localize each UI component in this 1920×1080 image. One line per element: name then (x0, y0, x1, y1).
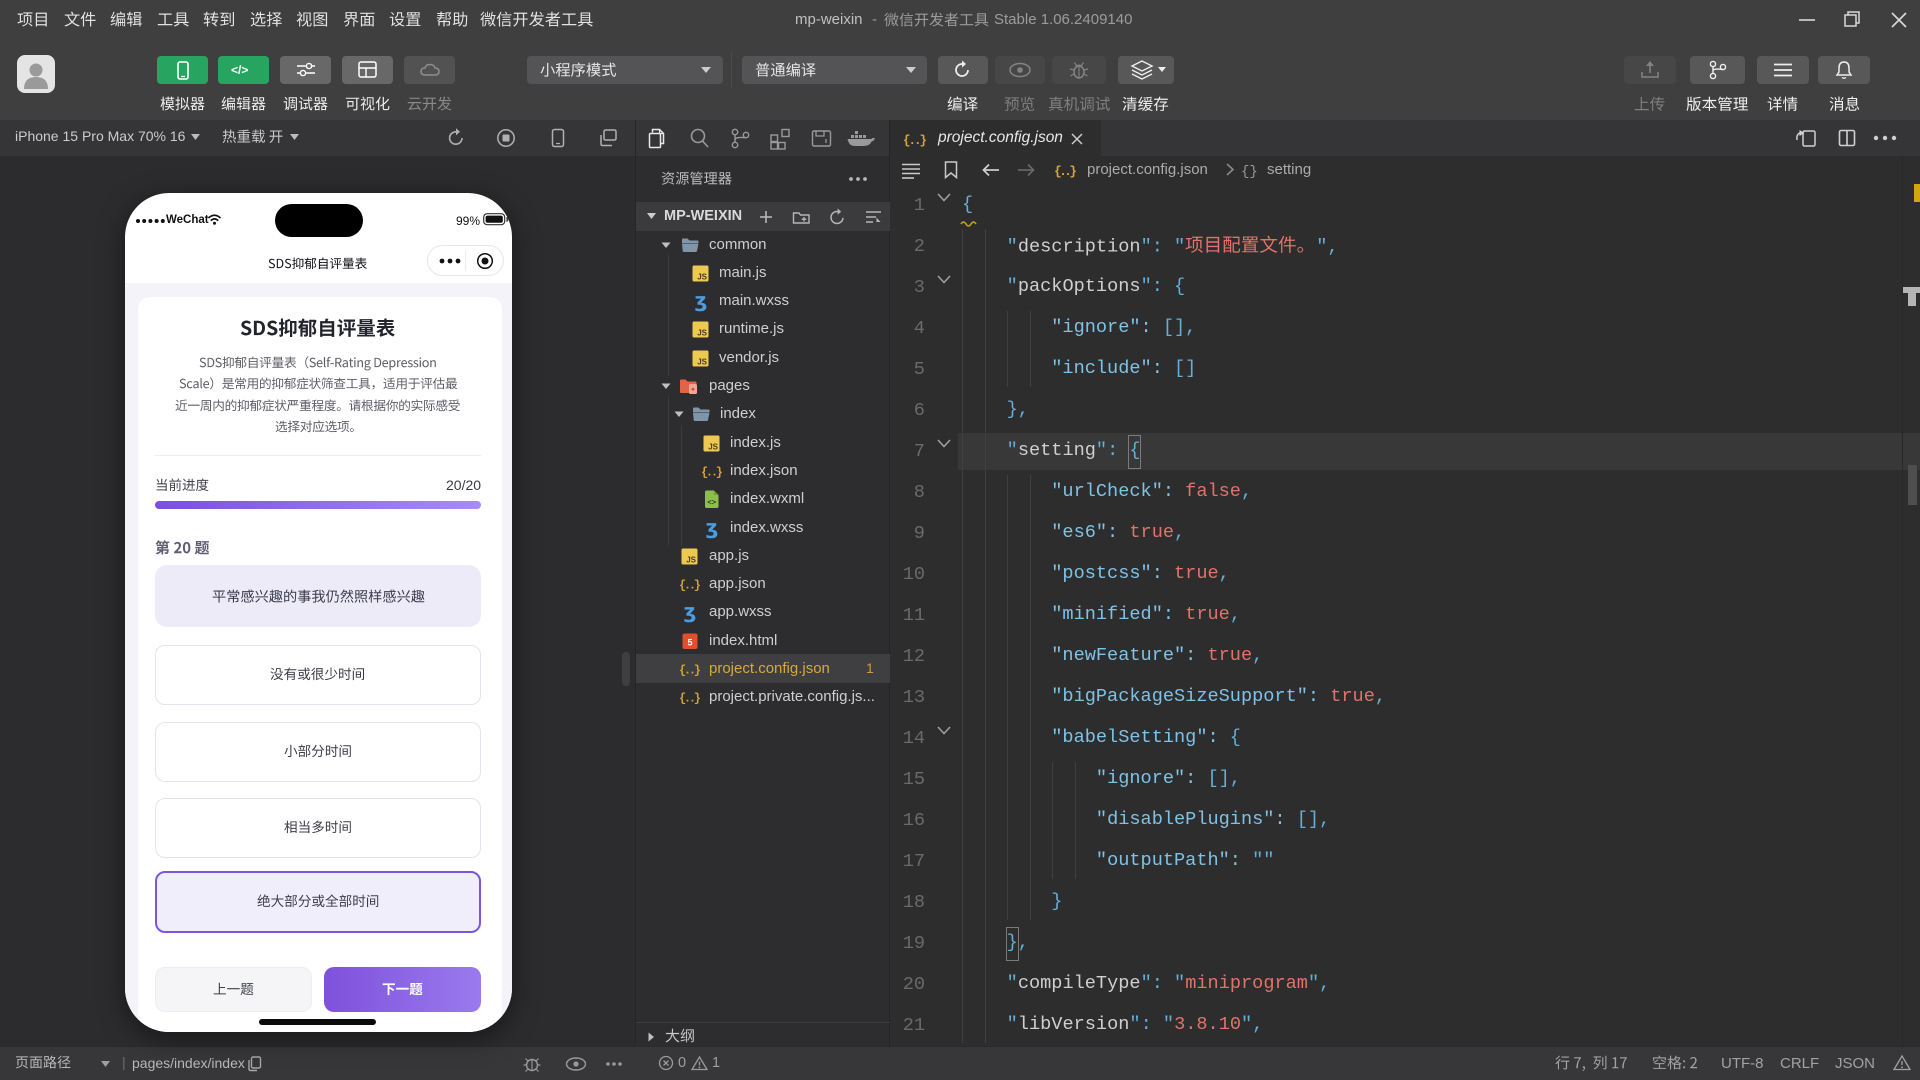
svg-text:{..}: {..} (679, 692, 701, 706)
svg-text:JS: JS (697, 357, 707, 366)
svg-text:{}: {} (1241, 164, 1258, 180)
svg-text:{..}: {..} (903, 134, 927, 148)
svg-text:JS: JS (697, 329, 707, 338)
svg-text:5: 5 (687, 637, 692, 647)
svg-text:<>: <> (707, 498, 716, 507)
svg-text:{..}: {..} (679, 664, 701, 678)
svg-text:{..}: {..} (679, 579, 701, 593)
svg-text:JS: JS (697, 272, 707, 281)
svg-text:{..}: {..} (701, 465, 723, 479)
svg-text:JS: JS (708, 442, 718, 451)
svg-text:{..}: {..} (1054, 164, 1077, 179)
svg-text:JS: JS (686, 555, 696, 564)
